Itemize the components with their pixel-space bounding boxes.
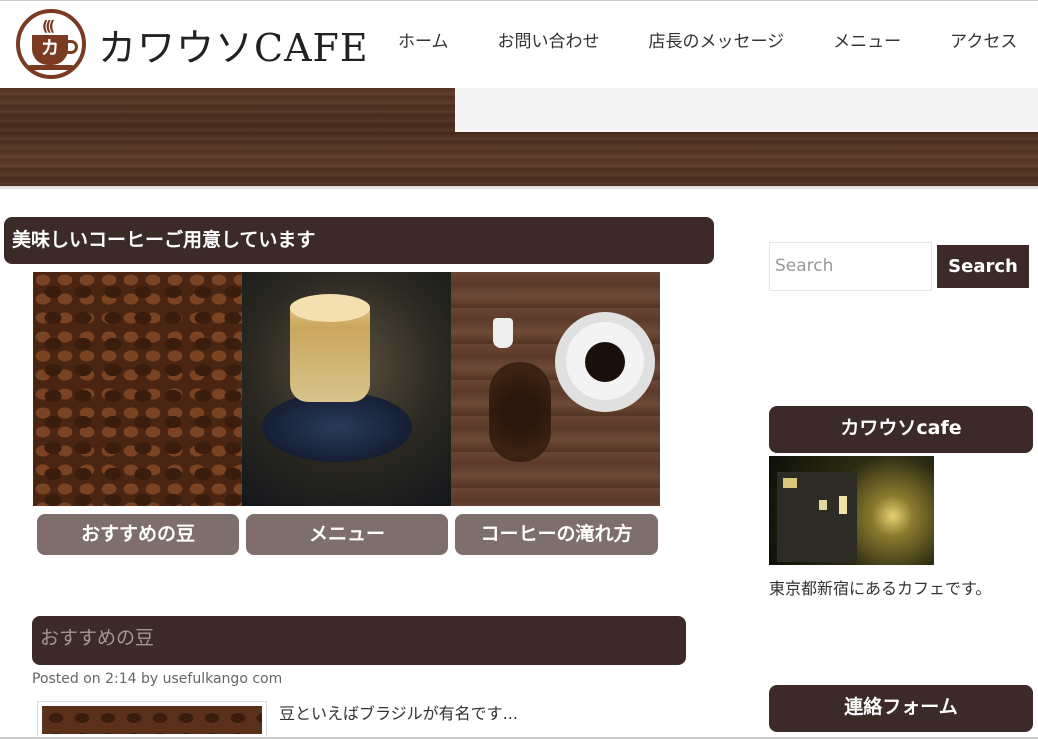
site-logo[interactable]: ((( カ カワウソCAFE: [16, 9, 369, 79]
nav-menu[interactable]: メニュー: [833, 27, 901, 52]
logo-text: カワウソCAFE: [98, 25, 369, 70]
nav-access[interactable]: アクセス: [950, 27, 1017, 52]
coffee-cup-logo-icon: ((( カ: [16, 9, 86, 79]
feature-photos: [33, 272, 660, 506]
feature-buttons: おすすめの豆 メニュー コーヒーの滝れ方: [37, 514, 658, 555]
cafe-description: 東京都新宿にあるカフェです。: [769, 579, 992, 598]
menu-button[interactable]: メニュー: [246, 514, 448, 555]
banner-divider: [0, 186, 1038, 189]
search-input[interactable]: Search: [769, 242, 932, 291]
recommended-beans-button[interactable]: おすすめの豆: [37, 514, 239, 555]
post-title[interactable]: おすすめの豆: [32, 616, 686, 665]
post-thumbnail[interactable]: [37, 701, 267, 739]
nav-contact[interactable]: お問い合わせ: [498, 27, 600, 52]
section-title: 美味しいコーヒーご用意しています: [4, 217, 714, 264]
banner-white-panel: [455, 88, 1038, 132]
site-header: ((( カ カワウソCAFE ホーム お問い合わせ 店長のメッセージ メニュー …: [0, 0, 1038, 88]
post-meta: Posted on 2:14 by usefulkango com: [32, 671, 283, 687]
widget-title-cafe: カワウソcafe: [769, 406, 1033, 453]
search-button[interactable]: Search: [937, 245, 1029, 288]
brewing-guide-button[interactable]: コーヒーの滝れ方: [455, 514, 658, 555]
logo-cup-letter: カ: [32, 35, 68, 65]
cafe-exterior-photo[interactable]: [769, 456, 934, 565]
nav-home[interactable]: ホーム: [398, 27, 449, 52]
main-nav: ホーム お問い合わせ 店長のメッセージ メニュー アクセス: [398, 27, 1017, 52]
coffee-cup-table-photo[interactable]: [451, 272, 660, 506]
latte-photo[interactable]: [242, 272, 451, 506]
coffee-beans-photo[interactable]: [33, 272, 242, 506]
widget-title-contact-form: 連絡フォーム: [769, 685, 1033, 732]
nav-manager-message[interactable]: 店長のメッセージ: [649, 27, 785, 52]
post-excerpt: 豆といえばブラジルが有名です...: [279, 704, 518, 723]
